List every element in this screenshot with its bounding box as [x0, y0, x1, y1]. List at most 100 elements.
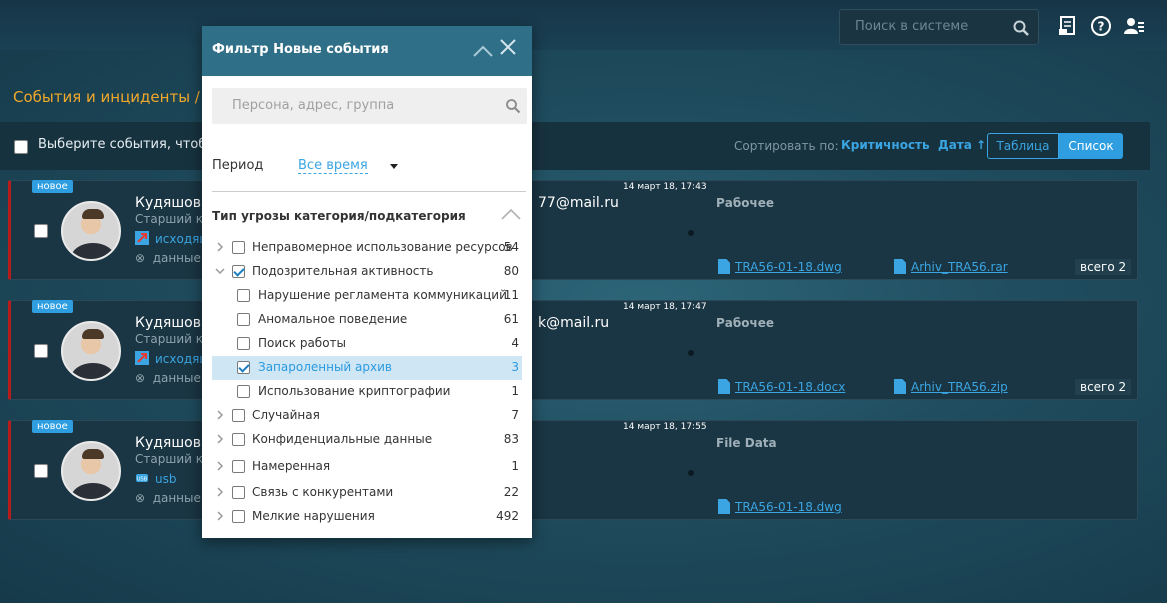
chevron-up-icon[interactable] [472, 40, 494, 62]
file-icon [718, 379, 730, 394]
threat-type-row[interactable]: Мелкие нарушения 492 [212, 505, 522, 529]
threat-type-row[interactable]: Подозрительная активность 80 [212, 260, 522, 284]
channel-link[interactable]: исходящ [135, 351, 211, 366]
threat-type-row[interactable]: Связь с конкурентами 22 [212, 481, 522, 505]
search-icon[interactable] [1012, 19, 1030, 37]
threat-type-row[interactable]: Случайная 7 [212, 404, 522, 428]
threat-type-checkbox[interactable] [232, 510, 245, 523]
recipient-email[interactable]: k@mail.ru [538, 315, 609, 331]
files-total[interactable]: всего 2 [1075, 379, 1132, 395]
filter-title: Фильтр Новые события [212, 42, 389, 57]
close-icon[interactable] [498, 37, 518, 57]
new-badge: новое [32, 420, 73, 433]
archive-icon [894, 379, 906, 394]
file-link[interactable]: TRA56-01-18.dwg [718, 499, 842, 514]
files-total[interactable]: всего 2 [1075, 259, 1132, 275]
avatar [61, 321, 121, 381]
chevron-right-icon[interactable] [215, 410, 225, 420]
recipient-email[interactable]: 77@mail.ru [538, 195, 619, 211]
file-link[interactable]: TRA56-01-18.dwg [718, 259, 842, 274]
sort-label: Сортировать по: [734, 139, 839, 153]
threat-type-count: 492 [496, 509, 519, 523]
threat-type-row[interactable]: Поиск работы 4 [212, 332, 522, 356]
threat-type-checkbox[interactable] [237, 385, 250, 398]
event-time: 14 март 18, 17:47 [623, 302, 707, 312]
chevron-right-icon[interactable] [215, 434, 225, 444]
threat-type-count: 54 [503, 240, 519, 254]
threat-type-label: Мелкие нарушения [252, 509, 375, 523]
threat-type-checkbox[interactable] [232, 265, 245, 278]
threat-type-count: 4 [511, 336, 519, 350]
threat-type-checkbox[interactable] [237, 313, 250, 326]
svg-text:USB: USB [137, 477, 148, 483]
usb-icon: USB [136, 474, 148, 483]
data-label: ⊗ данные [135, 251, 201, 265]
divider [212, 191, 526, 192]
threat-type-checkbox[interactable] [232, 460, 245, 473]
new-badge: новое [32, 180, 73, 193]
new-badge: новое [32, 300, 73, 313]
filter-header: Фильтр Новые события [202, 26, 532, 76]
chevron-right-icon[interactable] [215, 511, 225, 521]
channel-link[interactable]: исходящ [135, 231, 211, 246]
threat-type-label: Поиск работы [258, 336, 347, 350]
outgoing-mail-icon [135, 231, 149, 245]
help-icon[interactable]: ? [1090, 15, 1112, 37]
view-table-button[interactable]: Таблица [987, 133, 1059, 159]
event-checkbox[interactable] [34, 344, 48, 358]
file-link[interactable]: Arhiv_TRA56.zip [894, 379, 1008, 394]
chevron-up-icon[interactable] [500, 206, 522, 222]
threat-type-row[interactable]: Намеренная 1 [212, 455, 522, 479]
period-dropdown[interactable]: Все время [298, 158, 368, 174]
file-link[interactable]: Arhiv_TRA56.rar [894, 259, 1008, 274]
sort-criticality-link[interactable]: Критичность [841, 138, 930, 152]
threat-type-row[interactable]: Запароленный архив 3 [212, 356, 522, 380]
file-link[interactable]: TRA56-01-18.docx [718, 379, 845, 394]
threat-type-row[interactable]: Использование криптографии 1 [212, 380, 522, 404]
threat-type-row[interactable]: Аномальное поведение 61 [212, 308, 522, 332]
sort-date-link[interactable]: Дата ↑ [938, 138, 986, 152]
breadcrumb[interactable]: События и инциденты / Н [13, 88, 216, 106]
threat-type-row[interactable]: Нарушение регламента коммуникаций 11 [212, 284, 522, 308]
caret-down-icon[interactable] [390, 164, 398, 169]
threat-type-label: Подозрительная активность [252, 264, 434, 278]
chevron-right-icon[interactable] [215, 487, 225, 497]
data-label: ⊗ данные [135, 491, 201, 505]
view-list-button[interactable]: Список [1059, 133, 1123, 159]
file-icon [718, 259, 730, 274]
period-label: Период [212, 158, 264, 173]
chevron-down-icon[interactable] [215, 266, 225, 276]
threat-type-checkbox[interactable] [232, 433, 245, 446]
search-icon[interactable] [505, 98, 521, 114]
threat-type-checkbox[interactable] [232, 241, 245, 254]
threat-type-checkbox[interactable] [237, 289, 250, 302]
event-status: File Data [716, 436, 777, 450]
event-card[interactable]: новое Кудяшов А Старший кон исходящ ⊗ да… [8, 180, 1138, 280]
threat-type-checkbox[interactable] [232, 486, 245, 499]
threat-type-checkbox[interactable] [237, 361, 250, 374]
select-events-label: Выберите события, чтобы [38, 137, 217, 152]
threat-type-row[interactable]: Конфиденциальные данные 83 [212, 428, 522, 452]
chevron-right-icon[interactable] [215, 461, 225, 471]
threat-type-checkbox[interactable] [237, 337, 250, 350]
file-icon [718, 499, 730, 514]
threat-type-count: 22 [503, 485, 519, 499]
chevron-right-icon[interactable] [215, 242, 225, 252]
threat-type-row[interactable]: Неправомерное использование ресурсов 54 [212, 236, 522, 260]
event-checkbox[interactable] [34, 224, 48, 238]
select-all-checkbox[interactable] [14, 140, 28, 154]
event-card[interactable]: новое Кудяшов А Старший кон исходящ ⊗ да… [8, 300, 1138, 400]
timeline-dot [688, 230, 694, 236]
report-icon[interactable] [1057, 15, 1079, 37]
threat-type-checkbox[interactable] [232, 409, 245, 422]
event-checkbox[interactable] [34, 464, 48, 478]
event-card[interactable]: новое Кудяшов А Старший кон USB usb ⊗ дан… [8, 420, 1138, 520]
event-status: Рабочее [716, 316, 775, 330]
channel-label: usb [155, 472, 177, 486]
channel-link[interactable]: USB usb [135, 471, 176, 486]
timeline-dot [688, 350, 694, 356]
user-settings-icon[interactable] [1123, 15, 1145, 37]
archive-icon [894, 259, 906, 274]
system-search-input[interactable]: Поиск в системе [839, 9, 1039, 45]
filter-search-input[interactable]: Персона, адрес, группа [212, 88, 527, 124]
